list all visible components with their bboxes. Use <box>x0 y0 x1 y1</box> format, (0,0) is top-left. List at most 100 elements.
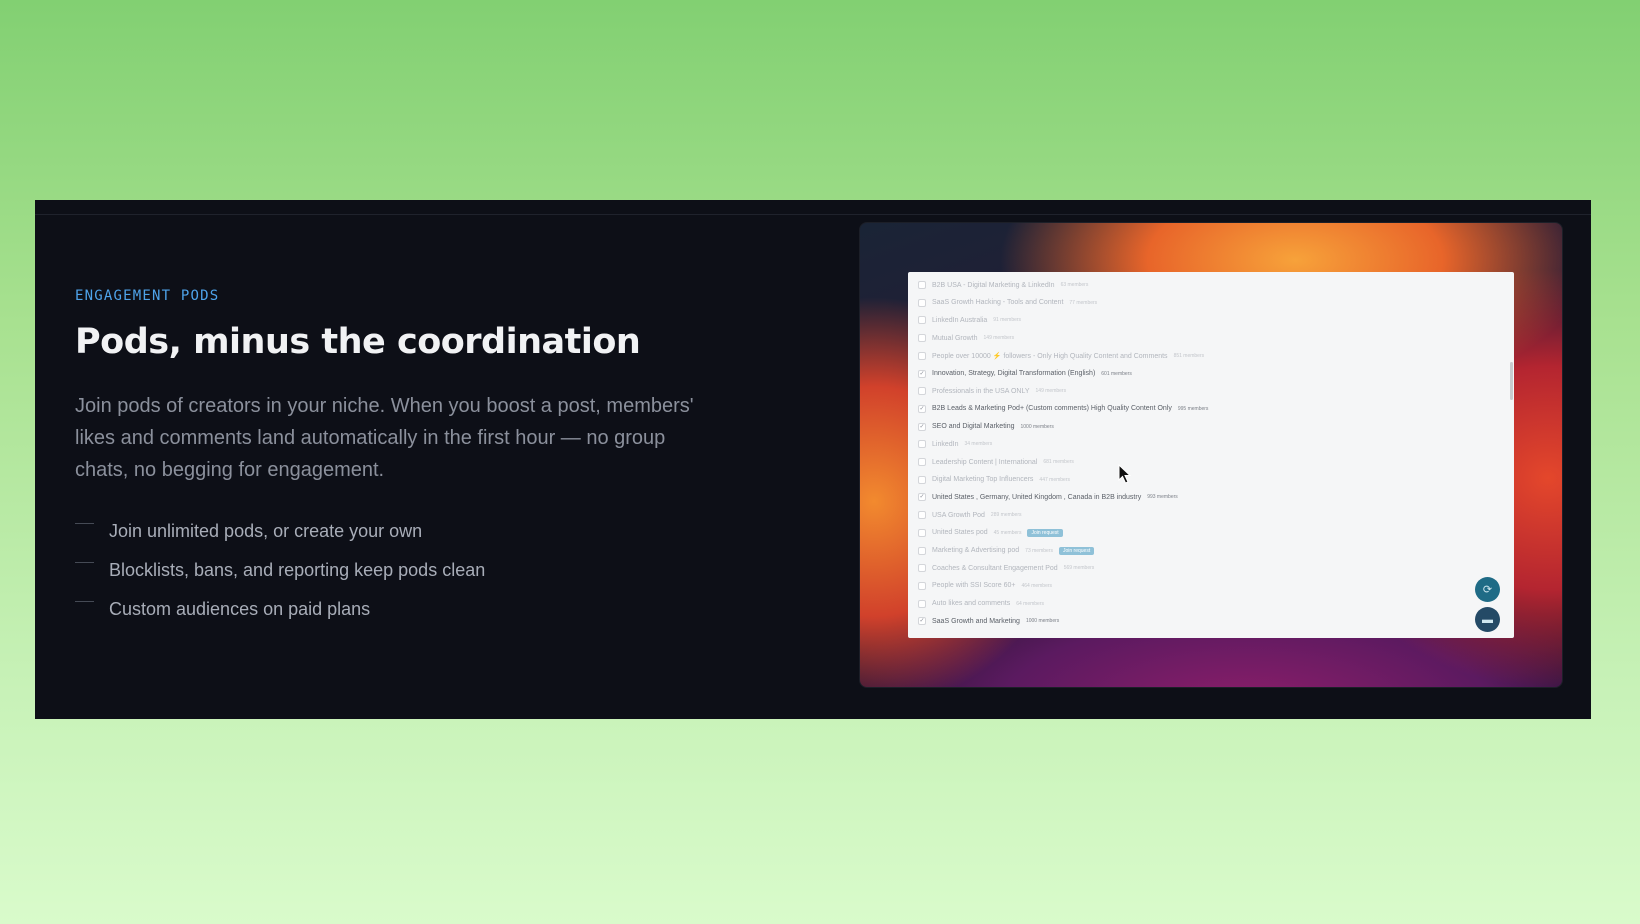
pod-member-count: 64 members <box>1016 600 1044 607</box>
pod-member-count: 851 members <box>1173 352 1205 359</box>
pod-status-badge: Join request <box>1058 546 1095 555</box>
pod-member-count: 447 members <box>1039 476 1070 483</box>
pod-checkbox[interactable]: ✓ <box>918 617 926 626</box>
pod-checkbox[interactable] <box>918 281 926 289</box>
section-title: Pods, minus the coordination <box>75 322 641 362</box>
pod-name: Innovation, Strategy, Digital Transforma… <box>932 370 1096 377</box>
mouse-cursor-icon <box>1118 464 1132 484</box>
pod-member-count: 149 members <box>1035 388 1067 395</box>
feature-text: Blocklists, bans, and reporting keep pod… <box>109 560 486 580</box>
pod-checkbox[interactable] <box>918 581 926 590</box>
pod-list-item[interactable]: People over 10000 ⚡ followers - Only Hig… <box>918 350 1204 362</box>
pod-member-count: 45 members <box>993 529 1022 536</box>
pod-list-item[interactable]: Marketing & Advertising pod 73 members Joi… <box>918 545 1095 557</box>
product-screenshot-frame: B2B USA - Digital Marketing & LinkedIn 63… <box>859 222 1563 688</box>
pod-checkbox[interactable] <box>918 546 926 555</box>
feature-text: Custom audiences on paid plans <box>109 599 371 619</box>
pod-status-badge: Join request <box>1027 528 1063 537</box>
pod-list-item[interactable]: ✓ Innovation, Strategy, Digital Transform… <box>918 368 1132 380</box>
pod-member-count: 63 members <box>1060 282 1089 288</box>
pod-name: Coaches & Consultant Engagement Pod <box>932 564 1058 572</box>
pod-member-count: 1000 members <box>1020 423 1054 430</box>
pod-name: United States pod <box>932 529 988 537</box>
pod-name: People over 10000 ⚡ followers - Only Hig… <box>932 352 1168 360</box>
pod-name: Digital Marketing Top Influencers <box>932 476 1034 484</box>
pod-name: Marketing & Advertising pod <box>932 547 1020 554</box>
pod-checkbox[interactable] <box>918 511 926 520</box>
pod-list-item[interactable]: People with SSI Score 60+ 464 members <box>918 580 1052 592</box>
pod-list-item[interactable]: ✓ SaaS Growth and Marketing 1000 members <box>918 615 1059 627</box>
pod-checkbox[interactable]: ✓ <box>918 404 926 413</box>
pod-checkbox[interactable] <box>918 298 926 307</box>
pod-checkbox[interactable] <box>918 458 926 466</box>
pod-name: Leadership Content | International <box>932 458 1038 466</box>
pod-member-count: 464 members <box>1021 582 1053 589</box>
pod-checkbox[interactable] <box>918 528 926 537</box>
pod-member-count: 681 members <box>1043 459 1074 465</box>
section-divider <box>35 214 1591 215</box>
pod-list-item[interactable]: Leadership Content | International 681 me… <box>918 456 1074 468</box>
pod-checkbox[interactable] <box>918 440 926 449</box>
pod-list-item[interactable]: ✓ SEO and Digital Marketing 1000 members <box>918 421 1054 433</box>
dash-icon <box>75 601 94 602</box>
pod-name: USA Growth Pod <box>932 511 985 519</box>
pod-list-item[interactable]: United States pod 45 members Join request <box>918 527 1063 539</box>
pod-checkbox[interactable] <box>918 475 926 484</box>
pod-list-item[interactable]: ✓ United States , Germany, United Kingdom… <box>918 491 1178 503</box>
feature-item: Custom audiences on paid plans <box>75 590 485 629</box>
feature-item: Blocklists, bans, and reporting keep pod… <box>75 551 485 590</box>
pod-checkbox[interactable] <box>918 351 926 360</box>
chat-icon[interactable]: ▬ <box>1475 607 1500 632</box>
refresh-icon[interactable]: ⟳ <box>1475 577 1500 602</box>
pod-checkbox[interactable] <box>918 387 926 396</box>
pod-checkbox[interactable] <box>918 599 926 608</box>
pod-name: B2B Leads & Marketing Pod+ (Custom comme… <box>932 405 1172 413</box>
pod-list-item[interactable]: B2B USA - Digital Marketing & LinkedIn 63… <box>918 279 1088 291</box>
section-description: Join pods of creators in your niche. Whe… <box>75 395 694 481</box>
pod-checkbox[interactable]: ✓ <box>918 422 926 431</box>
pod-member-count: 1000 members <box>1025 618 1060 625</box>
pod-name: Mutual Growth <box>932 334 978 342</box>
pod-member-count: 289 members <box>990 512 1022 519</box>
pod-name: SEO and Digital Marketing <box>932 423 1015 431</box>
pod-checkbox[interactable] <box>918 334 926 343</box>
pod-list-item[interactable]: LinkedIn 34 members <box>918 438 992 450</box>
pod-checkbox[interactable] <box>918 564 926 573</box>
pod-name: LinkedIn Australia <box>932 316 988 324</box>
pod-list-item[interactable]: ✓ B2B Leads & Marketing Pod+ (Custom comm… <box>918 403 1208 415</box>
pod-member-count: 77 members <box>1069 299 1098 306</box>
pod-list-screenshot: B2B USA - Digital Marketing & LinkedIn 63… <box>908 272 1514 638</box>
feature-item: Join unlimited pods, or create your own <box>75 512 485 551</box>
pod-checkbox[interactable]: ✓ <box>918 493 926 502</box>
feature-text: Join unlimited pods, or create your own <box>109 521 423 541</box>
pod-member-count: 91 members <box>993 317 1022 324</box>
pod-name: United States , Germany, United Kingdom … <box>932 493 1142 501</box>
pod-list-item[interactable]: Coaches & Consultant Engagement Pod 569 m… <box>918 562 1094 574</box>
pod-list-item[interactable]: Mutual Growth 149 members <box>918 332 1014 344</box>
pod-name: Auto likes and comments <box>932 600 1011 608</box>
pod-member-count: 995 members <box>1177 405 1209 412</box>
engagement-pods-section: ENGAGEMENT PODS Pods, minus the coordina… <box>35 200 1591 719</box>
pod-name: LinkedIn <box>932 440 959 448</box>
pod-list-item[interactable]: USA Growth Pod 289 members <box>918 509 1022 521</box>
pod-name: SaaS Growth Hacking - Tools and Content <box>932 299 1064 307</box>
pod-checkbox[interactable]: ✓ <box>918 369 926 378</box>
dash-icon <box>75 562 94 563</box>
pod-member-count: 601 members <box>1101 370 1132 377</box>
section-eyebrow: ENGAGEMENT PODS <box>75 288 220 304</box>
pod-list-item[interactable]: LinkedIn Australia 91 members <box>918 314 1021 326</box>
pod-member-count: 993 members <box>1147 494 1178 501</box>
pod-list-item[interactable]: SaaS Growth Hacking - Tools and Content 7… <box>918 297 1097 309</box>
pod-name: People with SSI Score 60+ <box>932 582 1016 590</box>
pod-member-count: 149 members <box>983 335 1015 342</box>
scrollbar-thumb[interactable] <box>1510 362 1513 400</box>
pod-member-count: 34 members <box>964 441 993 448</box>
pod-name: B2B USA - Digital Marketing & LinkedIn <box>932 281 1055 289</box>
pod-name: SaaS Growth and Marketing <box>932 617 1020 625</box>
pod-checkbox[interactable] <box>918 316 926 325</box>
pod-list-item[interactable]: Professionals in the USA ONLY 149 members <box>918 385 1066 397</box>
pod-list-item[interactable]: Auto likes and comments 64 members <box>918 598 1044 610</box>
pod-list-item[interactable]: Digital Marketing Top Influencers 447 mem… <box>918 474 1070 486</box>
pod-member-count: 73 members <box>1025 547 1053 554</box>
pod-member-count: 569 members <box>1063 565 1095 572</box>
